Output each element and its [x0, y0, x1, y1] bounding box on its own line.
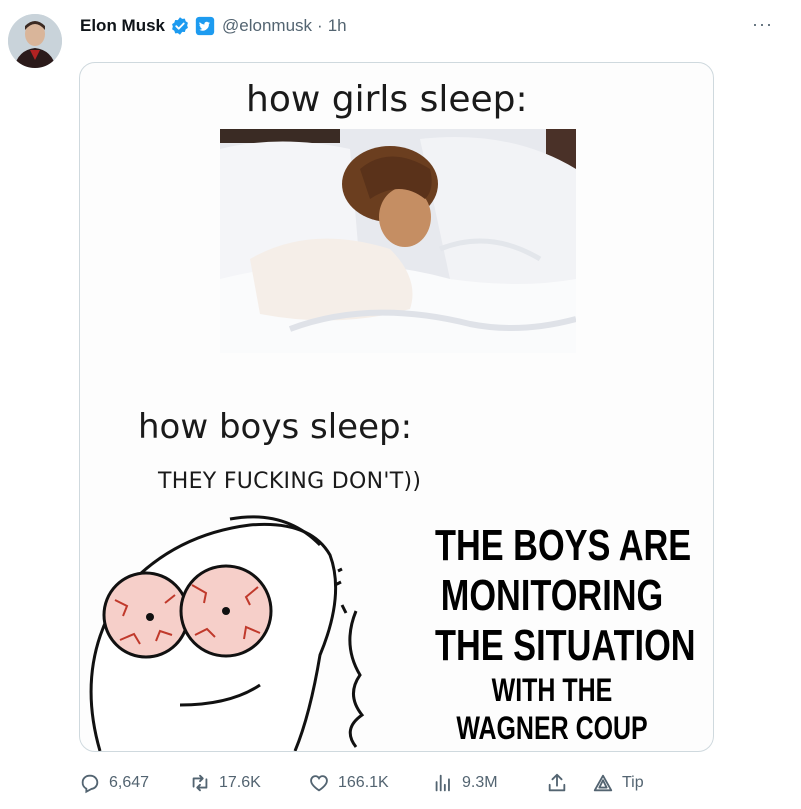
tweet-timestamp[interactable]: 1h — [328, 16, 347, 36]
header-separator: · — [317, 16, 323, 35]
meme-girls-heading: how girls sleep: — [246, 79, 528, 120]
analytics-bars-icon — [435, 774, 450, 792]
tip-label: Tip — [622, 774, 644, 791]
more-options-button[interactable]: ··· — [752, 14, 773, 34]
sleeping-girl-illustration-icon — [220, 129, 576, 353]
author-handle[interactable]: @elonmusk — [222, 16, 312, 36]
avatar-portrait-icon — [8, 14, 62, 68]
meme-boys-heading: how boys sleep: — [138, 407, 413, 447]
caption-line-4: WITH THE — [491, 672, 613, 708]
like-count: 166.1K — [338, 774, 389, 791]
reply-count: 6,647 — [109, 774, 150, 791]
tip-button[interactable]: Tip — [592, 770, 644, 796]
sleeping-girl-photo — [220, 129, 576, 353]
retweet-button[interactable]: 17.6K — [189, 770, 261, 796]
tweet-header: Elon Musk @elonmusk · 1h — [80, 14, 347, 38]
like-button[interactable]: 166.1K — [308, 770, 389, 796]
caption-line-3: THE SITUATION — [435, 621, 696, 670]
meme-boys-subtext: THEY FUCKING DON'T)) — [158, 469, 422, 494]
view-count: 9.3M — [462, 774, 498, 791]
tweet-media-image[interactable]: how girls sleep: how boys sleep: THEY FU… — [79, 62, 714, 752]
meme-caption: THE BOYS ARE MONITORING THE SITUATION WI… — [402, 521, 702, 747]
tweet-action-bar: 6,647 17.6K 166.1K 9.3M Tip — [79, 770, 679, 796]
avatar[interactable] — [8, 14, 62, 68]
verified-badge-icon[interactable] — [170, 16, 190, 36]
caption-line-5: WAGNER COUP — [456, 710, 648, 746]
retweet-icon — [192, 774, 208, 792]
heart-icon — [310, 775, 328, 792]
author-name[interactable]: Elon Musk — [80, 16, 165, 36]
share-button[interactable] — [546, 770, 568, 796]
reply-icon — [81, 774, 99, 794]
wide-eyed-meme-face-icon — [89, 515, 365, 751]
caption-line-1: THE BOYS ARE — [435, 521, 692, 570]
share-upload-icon — [548, 773, 566, 792]
retweet-count: 17.6K — [219, 774, 261, 791]
views-button[interactable]: 9.3M — [432, 770, 498, 796]
twitter-bird-icon[interactable] — [195, 16, 215, 36]
tip-jar-triangle-icon — [593, 774, 613, 792]
reply-button[interactable]: 6,647 — [79, 770, 149, 796]
caption-line-2: MONITORING — [440, 571, 664, 620]
